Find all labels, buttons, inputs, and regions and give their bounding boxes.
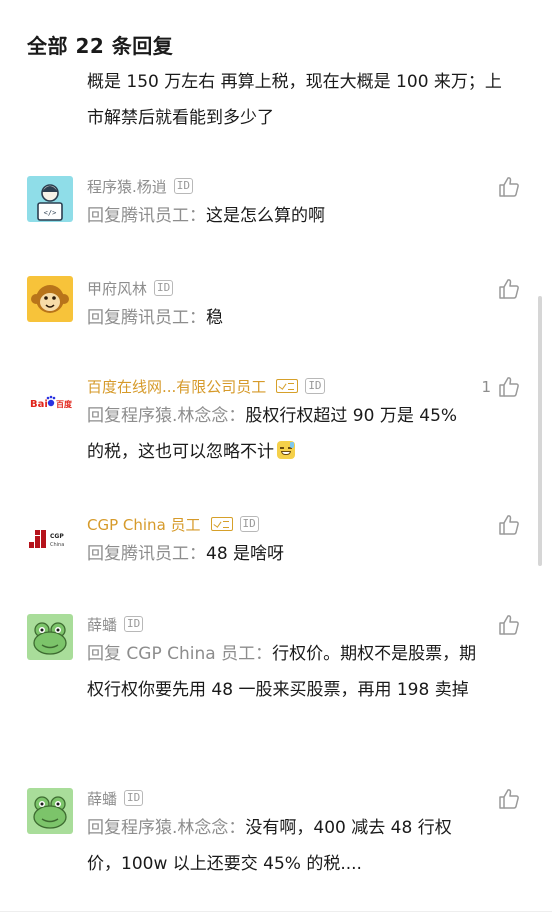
frog-avatar-icon[interactable] (27, 788, 73, 834)
reply-meta: CGP China 员工 ID (87, 512, 259, 536)
reply-to-prefix[interactable]: 回复程序猿.林念念： (87, 406, 245, 426)
reply-meta: 程序猿.杨逍 ID (87, 174, 194, 198)
verified-badge-icon (276, 379, 299, 393)
author-name[interactable]: 程序猿.杨逍 (87, 176, 167, 197)
like-count: 1 (481, 378, 491, 396)
author-name[interactable]: 薛蟠 (87, 788, 117, 809)
reply-content: 48 是啥呀 (206, 544, 285, 564)
like-button[interactable]: 1 (481, 374, 521, 400)
reply-text: 回复腾讯员工：稳 (87, 300, 479, 336)
reply-to-prefix[interactable]: 回复程序猿.林念念： (87, 818, 245, 838)
reply-text: 回复腾讯员工：48 是啥呀 (87, 536, 479, 572)
reply-text: 回复程序猿.林念念：没有啊，400 减去 48 行权价，100w 以上还要交 4… (87, 810, 479, 882)
id-badge: ID (124, 790, 144, 806)
reply-content: 稳 (206, 308, 223, 328)
grin-sweat-emoji-icon (277, 441, 295, 459)
id-badge: ID (239, 516, 259, 532)
scrollbar[interactable] (538, 296, 542, 566)
author-name[interactable]: 甲府风林 (87, 278, 147, 299)
reply-text: 回复程序猿.林念念：股权行权超过 90 万是 45% 的税，这也可以忽略不计 (87, 398, 479, 470)
divider (0, 911, 552, 912)
like-button[interactable] (497, 612, 521, 638)
id-badge: ID (173, 178, 194, 194)
reply-meta: 薛蟠 ID (87, 786, 144, 810)
svg-text:CGP: CGP (50, 533, 64, 540)
reply-to-prefix[interactable]: 回复腾讯员工： (87, 544, 206, 564)
verified-badge-icon (210, 517, 233, 531)
reply-page: 全部 22 条回复 概是 150 万左右 再算上税，现在大概是 100 来万；上… (0, 0, 552, 918)
reply-text: 回复 CGP China 员工：行权价。期权不是股票，期权行权你要先用 48 一… (87, 636, 479, 708)
monkey-avatar-icon[interactable] (27, 276, 73, 322)
thumbs-up-icon (499, 789, 519, 809)
like-button[interactable] (497, 174, 521, 200)
author-name[interactable]: 薛蟠 (87, 614, 117, 635)
svg-text:</>: </> (44, 209, 57, 217)
thumbs-up-icon (499, 515, 519, 535)
like-button[interactable] (497, 512, 521, 538)
reply-to-prefix[interactable]: 回复腾讯员工： (87, 308, 206, 328)
reply-meta: 百度在线网...有限公司员工 ID (87, 374, 325, 398)
author-name[interactable]: CGP China 员工 (87, 514, 201, 535)
frog-avatar-icon[interactable] (27, 614, 73, 660)
reply-text: 回复腾讯员工：这是怎么算的啊 (87, 198, 479, 234)
like-button[interactable] (497, 276, 521, 302)
svg-text:Bai: Bai (30, 399, 48, 410)
svg-text:百度: 百度 (56, 399, 73, 409)
coder-avatar-icon[interactable]: </> (27, 176, 73, 222)
thumbs-up-icon (499, 279, 519, 299)
svg-text:China: China (50, 542, 64, 548)
thumbs-up-icon (499, 377, 519, 397)
thumbs-up-icon (499, 177, 519, 197)
thumbs-up-icon (499, 615, 519, 635)
page-title: 全部 22 条回复 (27, 34, 174, 58)
reply-content: 这是怎么算的啊 (206, 206, 325, 226)
author-name[interactable]: 百度在线网...有限公司员工 (87, 376, 266, 397)
reply-to-prefix[interactable]: 回复腾讯员工： (87, 206, 206, 226)
previous-reply-text: 概是 150 万左右 再算上税，现在大概是 100 来万；上市解禁后就看能到多少… (87, 72, 502, 128)
baidu-logo-icon[interactable]: Bai 百度 (27, 378, 73, 424)
like-button[interactable] (497, 786, 521, 812)
reply-to-prefix[interactable]: 回复 CGP China 员工： (87, 644, 272, 664)
id-badge: ID (305, 378, 325, 394)
reply-meta: 甲府风林 ID (87, 276, 174, 300)
id-badge: ID (154, 280, 174, 296)
cgp-china-logo-icon[interactable]: CGP China (27, 514, 73, 560)
reply-meta: 薛蟠 ID (87, 612, 144, 636)
id-badge: ID (124, 616, 144, 632)
